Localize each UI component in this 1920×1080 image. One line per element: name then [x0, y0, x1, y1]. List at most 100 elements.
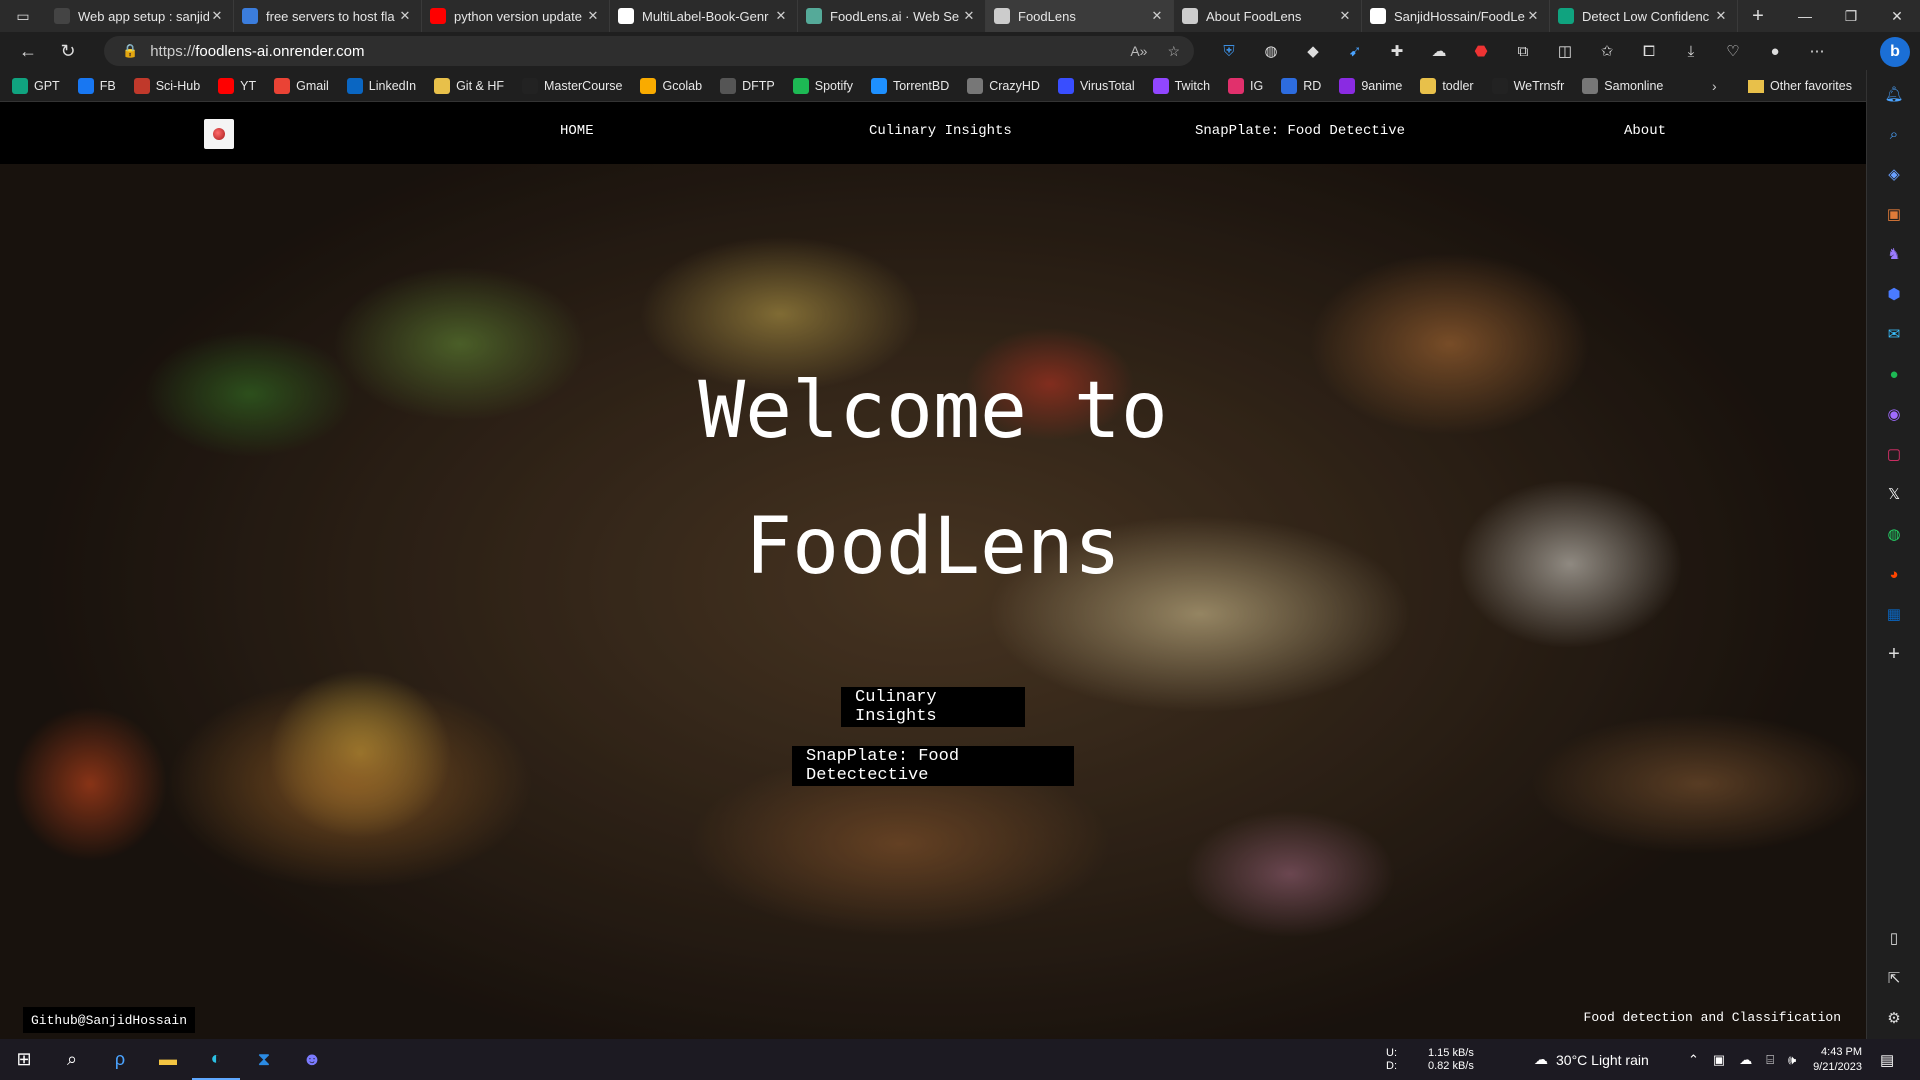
collections-icon[interactable]: ⧠: [1628, 32, 1670, 70]
file-explorer-icon[interactable]: ▬: [144, 1039, 192, 1080]
close-tab-icon[interactable]: ✕: [1525, 8, 1541, 24]
bookmark-item[interactable]: Sci-Hub: [133, 77, 200, 94]
linkedin-icon[interactable]: ▦: [1867, 602, 1920, 626]
browser-tab[interactable]: Detect Low Confidenc ✕: [1550, 0, 1738, 32]
url-field[interactable]: 🔒 https://foodlens-ai.onrender.com A» ☆: [104, 36, 1194, 66]
bookmark-item[interactable]: RD: [1281, 77, 1321, 94]
games-icon[interactable]: ♞: [1867, 242, 1920, 266]
search-icon[interactable]: ⌕: [1867, 122, 1920, 146]
bookmark-item[interactable]: 9anime: [1339, 77, 1402, 94]
bookmark-item[interactable]: FB: [77, 77, 116, 94]
extension-dark-icon[interactable]: ◆: [1292, 32, 1334, 70]
onedrive-icon[interactable]: ☁: [1739, 1052, 1752, 1068]
notifications-icon[interactable]: 🔔︎: [1867, 82, 1920, 106]
close-tab-icon[interactable]: ✕: [1149, 8, 1165, 24]
edge-icon[interactable]: ◐: [192, 1039, 240, 1080]
whatsapp-icon[interactable]: ◍: [1867, 522, 1920, 546]
more-menu-icon[interactable]: ⋯: [1796, 32, 1838, 70]
copilot-icon[interactable]: b: [1880, 37, 1910, 67]
browser-tab[interactable]: MultiLabel-Book-Genr ✕: [610, 0, 798, 32]
external-link-icon[interactable]: ⇱: [1867, 966, 1920, 990]
messenger-icon[interactable]: ◉: [1867, 402, 1920, 426]
extension-blue-icon[interactable]: ➹: [1334, 32, 1376, 70]
instagram-icon[interactable]: ▢: [1867, 442, 1920, 466]
snapplate-button[interactable]: SnapPlate: Food Detectective: [792, 746, 1074, 786]
bookmark-item[interactable]: WeTrnsfr: [1491, 77, 1564, 94]
bookmark-item[interactable]: DFTP: [720, 77, 775, 94]
back-icon[interactable]: ←: [8, 32, 48, 70]
reddit-icon[interactable]: ◕: [1867, 562, 1920, 586]
bookmark-item[interactable]: GPT: [12, 77, 60, 94]
refresh-icon[interactable]: ↻: [48, 32, 88, 70]
bookmark-item[interactable]: VirusTotal: [1057, 77, 1135, 94]
weather-widget[interactable]: ☁ 30°C Light rain: [1534, 1039, 1649, 1080]
shopping-tag-icon[interactable]: ◈: [1867, 162, 1920, 186]
bookmark-item[interactable]: Gcolab: [640, 77, 702, 94]
close-tab-icon[interactable]: ✕: [961, 8, 977, 24]
profile-avatar[interactable]: ●: [1754, 32, 1796, 70]
x-icon[interactable]: 𝕏: [1867, 482, 1920, 506]
office-icon[interactable]: ⬢: [1867, 282, 1920, 306]
favorites-icon[interactable]: ✩: [1586, 32, 1628, 70]
bookmark-item[interactable]: TorrentBD: [870, 77, 949, 94]
tools-icon[interactable]: ▣: [1867, 202, 1920, 226]
bookmark-item[interactable]: IG: [1228, 77, 1263, 94]
read-aloud-icon[interactable]: A»: [1130, 43, 1147, 60]
notification-center-icon[interactable]: ▤: [1880, 1039, 1894, 1080]
close-tab-icon[interactable]: ✕: [773, 8, 789, 24]
site-logo[interactable]: [204, 119, 234, 149]
close-window-icon[interactable]: ✕: [1874, 0, 1920, 32]
browser-tab[interactable]: FoodLens.ai · Web Se ✕: [798, 0, 986, 32]
performance-icon[interactable]: ♡: [1712, 32, 1754, 70]
spotify-icon[interactable]: ●: [1867, 362, 1920, 386]
clock[interactable]: 4:43 PM 9/21/2023: [1802, 1039, 1862, 1080]
bookmark-item[interactable]: CrazyHD: [967, 77, 1040, 94]
extension-circle-icon[interactable]: ✚: [1376, 32, 1418, 70]
close-tab-icon[interactable]: ✕: [1337, 8, 1353, 24]
outlook-icon[interactable]: ✉: [1867, 322, 1920, 346]
adblock-icon[interactable]: ⬣: [1460, 32, 1502, 70]
browser-tab[interactable]: SanjidHossain/FoodLe ✕: [1362, 0, 1550, 32]
extension-cloud-icon[interactable]: ☁: [1418, 32, 1460, 70]
close-tab-icon[interactable]: ✕: [1713, 8, 1729, 24]
bookmark-item[interactable]: YT: [218, 77, 256, 94]
github-credit[interactable]: Github@SanjidHossain: [23, 1007, 196, 1033]
chevron-up-icon[interactable]: ⌃: [1688, 1052, 1699, 1068]
other-favorites[interactable]: Other favorites: [1748, 70, 1852, 102]
windows-start-icon[interactable]: ⊞: [0, 1039, 48, 1080]
close-tab-icon[interactable]: ✕: [209, 8, 225, 24]
browser-tab[interactable]: free servers to host fla ✕: [234, 0, 422, 32]
bookmark-item[interactable]: todler: [1420, 77, 1474, 94]
bookmark-item[interactable]: Gmail: [274, 77, 329, 94]
browser-tab[interactable]: About FoodLens ✕: [1174, 0, 1362, 32]
browser-tab[interactable]: python version update ✕: [422, 0, 610, 32]
nav-home[interactable]: HOME: [560, 123, 594, 139]
tab-actions-icon[interactable]: ▭: [0, 0, 46, 32]
vscode-icon[interactable]: ⧗: [240, 1039, 288, 1080]
culinary-insights-button[interactable]: Culinary Insights: [841, 687, 1025, 727]
extensions-puzzle-icon[interactable]: ⧉: [1502, 32, 1544, 70]
bitwarden-icon[interactable]: ⛨: [1208, 32, 1250, 70]
restore-icon[interactable]: ❐: [1828, 0, 1874, 32]
app-p-icon[interactable]: ρ: [96, 1039, 144, 1080]
network-icon[interactable]: ⌸: [1766, 1052, 1774, 1068]
volume-icon[interactable]: 🕪︎: [1788, 1052, 1796, 1068]
minimize-icon[interactable]: —: [1782, 0, 1828, 32]
favorite-star-icon[interactable]: ☆: [1167, 43, 1180, 60]
nav-about[interactable]: About: [1624, 123, 1666, 139]
browser-tab[interactable]: Web app setup : sanjid ✕: [46, 0, 234, 32]
split-screen-icon[interactable]: ◫: [1544, 32, 1586, 70]
nav-snapplate[interactable]: SnapPlate: Food Detective: [1195, 123, 1405, 139]
settings-icon[interactable]: ⚙: [1867, 1006, 1920, 1030]
new-tab-button[interactable]: +: [1738, 0, 1778, 32]
close-tab-icon[interactable]: ✕: [397, 8, 413, 24]
downloads-icon[interactable]: ⤓: [1670, 32, 1712, 70]
bookmark-item[interactable]: Twitch: [1152, 77, 1210, 94]
add-app-icon[interactable]: +: [1867, 642, 1920, 666]
bookmarks-overflow-icon[interactable]: ›: [1712, 70, 1717, 102]
bookmark-item[interactable]: Spotify: [792, 77, 853, 94]
bookmark-item[interactable]: MasterCourse: [521, 77, 622, 94]
cookie-icon[interactable]: ◍: [1250, 32, 1292, 70]
bookmark-item[interactable]: Git & HF: [434, 77, 504, 94]
browser-tab[interactable]: FoodLens ✕: [986, 0, 1174, 32]
